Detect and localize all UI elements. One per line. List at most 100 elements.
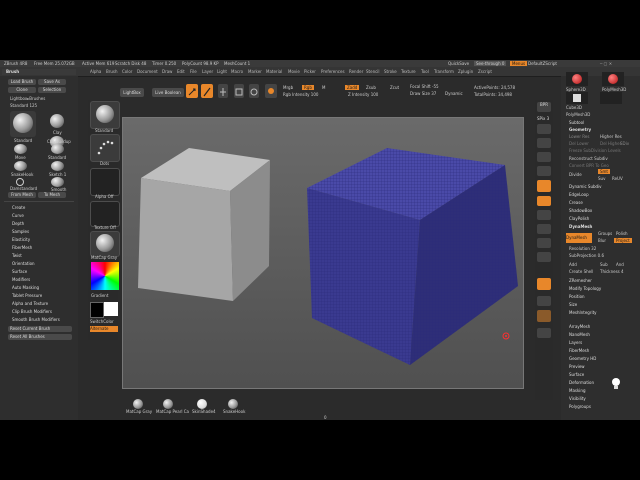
- nanomesh-menu[interactable]: NanoMesh: [569, 332, 590, 337]
- masking-menu[interactable]: Masking: [569, 388, 586, 393]
- lightbox-brushes-link[interactable]: Lightbox▸Brushes: [10, 96, 45, 101]
- brush-menu-twist[interactable]: Twist: [12, 253, 22, 258]
- menu-stencil[interactable]: Stencil: [366, 69, 380, 74]
- menu-zplugin[interactable]: Zplugin: [458, 69, 473, 74]
- menu-preferences[interactable]: Preferences: [321, 69, 345, 74]
- preview-menu[interactable]: Preview: [569, 364, 585, 369]
- menu-edit[interactable]: Edit: [177, 69, 185, 74]
- gizmo-button[interactable]: [265, 84, 277, 98]
- surface-menu[interactable]: Surface: [569, 372, 584, 377]
- actual-button[interactable]: [537, 152, 551, 162]
- menu-layer[interactable]: Layer: [202, 69, 213, 74]
- blur-slider[interactable]: Blur: [598, 238, 606, 243]
- geometry-hd-menu[interactable]: Geometry HD: [569, 356, 596, 361]
- reconstruct-subdiv-button[interactable]: Reconstruct Subdiv: [569, 156, 608, 161]
- texture-select-button[interactable]: [90, 201, 120, 227]
- material-select-button[interactable]: [90, 231, 120, 257]
- brush-menu-create[interactable]: Create: [12, 205, 25, 210]
- menu-tool[interactable]: Tool: [421, 69, 429, 74]
- arraymesh-menu[interactable]: ArrayMesh: [569, 324, 590, 329]
- solo-button[interactable]: [537, 310, 551, 322]
- snakehook-thumb[interactable]: [228, 399, 238, 409]
- polymesh2-thumb[interactable]: [600, 92, 622, 104]
- scale-mode-button[interactable]: [234, 84, 244, 98]
- matcap-pearl-thumb[interactable]: [163, 399, 173, 409]
- xpose-button[interactable]: [537, 328, 551, 338]
- dynamic-toggle[interactable]: Dynamic: [445, 91, 463, 96]
- edgeloop-menu[interactable]: EdgeLoop: [569, 192, 589, 197]
- menu-material[interactable]: Material: [266, 69, 282, 74]
- clone-button[interactable]: Clone: [8, 87, 36, 93]
- position-menu[interactable]: Position: [569, 294, 585, 299]
- quicksave-button[interactable]: QuickSave: [448, 61, 469, 66]
- menu-document[interactable]: Document: [137, 69, 158, 74]
- alpha-select-button[interactable]: [90, 168, 120, 196]
- menu-stroke[interactable]: Stroke: [384, 69, 397, 74]
- transp-button[interactable]: [537, 296, 551, 306]
- freeze-subdiv-button[interactable]: Freeze SubDivision Levels: [569, 148, 621, 153]
- menu-brush[interactable]: Brush: [106, 69, 118, 74]
- brush-menu-smooth-modifiers[interactable]: Smooth Brush Modifiers: [12, 317, 60, 322]
- higher-res-button[interactable]: Higher Res: [600, 134, 622, 139]
- polish-toggle[interactable]: Polish: [616, 231, 628, 236]
- standard2-brush-icon[interactable]: [51, 144, 64, 154]
- zsub-button[interactable]: Zsub: [366, 85, 376, 90]
- brush-select-button[interactable]: [90, 101, 120, 129]
- move-view-button[interactable]: [537, 238, 551, 248]
- reset-all-brushes-button[interactable]: Reset All Brushes: [8, 334, 72, 340]
- spix-label[interactable]: SPix 3: [537, 116, 549, 121]
- modify-topology-menu[interactable]: Modify Topology: [569, 286, 601, 291]
- menu-marker[interactable]: Marker: [248, 69, 262, 74]
- draw-mode-button[interactable]: [201, 84, 213, 98]
- menu-macro[interactable]: Macro: [231, 69, 243, 74]
- snakehook-brush-icon[interactable]: [14, 161, 27, 171]
- alternate-button[interactable]: Alternate: [90, 326, 118, 332]
- del-lower-button[interactable]: Del Lower: [569, 141, 589, 146]
- menu-color[interactable]: Color: [122, 69, 132, 74]
- seethrough-slider[interactable]: See-through 0: [474, 61, 507, 66]
- brush-menu-alpha-texture[interactable]: Alpha and Texture: [12, 301, 48, 306]
- matcap-gray-thumb[interactable]: [133, 399, 143, 409]
- menu-alpha[interactable]: Alpha: [90, 69, 101, 74]
- menu-transform[interactable]: Transform: [434, 69, 454, 74]
- main-color-swatch[interactable]: [104, 302, 118, 316]
- cube3d-thumb[interactable]: [566, 92, 588, 104]
- subprojection-slider[interactable]: SubProjection 0.6: [569, 253, 604, 258]
- brush-menu-tablet-pressure[interactable]: Tablet Pressure: [12, 293, 42, 298]
- size-menu[interactable]: Size: [569, 302, 577, 307]
- smooth-brush-icon[interactable]: [51, 177, 64, 187]
- frame-button[interactable]: [537, 224, 551, 234]
- m-button[interactable]: M: [322, 85, 325, 90]
- lightbox-button[interactable]: LightBox: [120, 88, 144, 97]
- thickness-slider[interactable]: Thickness 4: [600, 269, 624, 274]
- sphere3d-thumb[interactable]: [566, 72, 588, 86]
- brush-menu-depth[interactable]: Depth: [12, 221, 24, 226]
- dynamesh-cube[interactable]: [307, 148, 518, 365]
- menu-movie[interactable]: Movie: [288, 69, 300, 74]
- menu-render[interactable]: Render: [349, 69, 363, 74]
- persp-button[interactable]: [537, 180, 551, 192]
- mrgb-button[interactable]: Mrgb: [283, 85, 293, 90]
- to-mesh-button[interactable]: To Mesh: [38, 192, 66, 198]
- visibility-menu[interactable]: Visibility: [569, 396, 586, 401]
- rgb-button[interactable]: Rgb: [302, 85, 314, 90]
- groups-toggle[interactable]: Groups: [598, 231, 612, 236]
- draw-size-slider[interactable]: Draw Size 37: [410, 91, 436, 96]
- floor-button[interactable]: [537, 196, 551, 206]
- clay-brush-icon[interactable]: [50, 114, 64, 128]
- save-as-button[interactable]: Save As: [38, 79, 66, 85]
- z-intensity-slider[interactable]: Z Intensity 100: [348, 92, 378, 97]
- brush-menu-samples[interactable]: Samples: [12, 229, 29, 234]
- deformation-menu[interactable]: Deformation: [569, 380, 594, 385]
- geometry-menu[interactable]: Geometry: [569, 127, 591, 132]
- del-higher-button[interactable]: Del Higher: [600, 141, 621, 146]
- meshintegrity-menu[interactable]: MeshIntegrity: [569, 310, 597, 315]
- color-picker[interactable]: [91, 262, 119, 290]
- menus-button[interactable]: Menus: [510, 61, 528, 66]
- current-brush-thumb[interactable]: [10, 111, 36, 137]
- dynamesh-menu[interactable]: DynaMesh: [569, 224, 592, 229]
- focal-shift-slider[interactable]: Focal Shift -55: [410, 84, 439, 89]
- menu-zscript[interactable]: Zscript: [478, 69, 492, 74]
- resolution-slider[interactable]: Resolution 32: [569, 246, 596, 251]
- brush-menu-clip-modifiers[interactable]: Clip Brush Modifiers: [12, 309, 52, 314]
